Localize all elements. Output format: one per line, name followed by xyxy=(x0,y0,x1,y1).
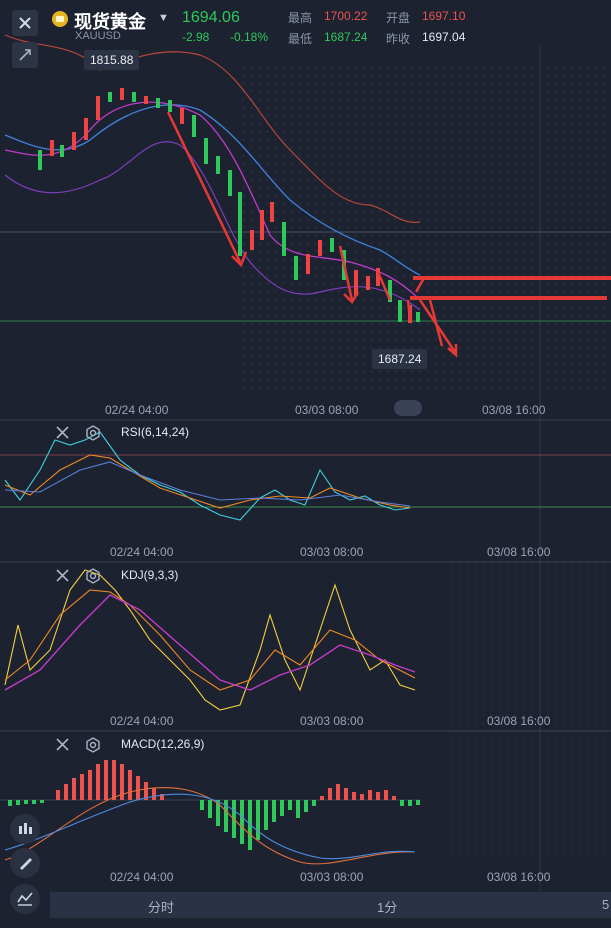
x-tick: 03/03 08:00 xyxy=(300,545,364,559)
close-pane-icon[interactable] xyxy=(54,424,72,442)
draw-tool-button[interactable] xyxy=(10,848,40,878)
timeframe-tab[interactable]: 5 xyxy=(602,897,609,912)
settings-icon[interactable] xyxy=(84,424,102,442)
timeframe-tab[interactable]: 1分 xyxy=(377,897,397,916)
app-window: 现货黄金 ▼ XAUUSD 1694.06 -2.98 -0.18% 最高 17… xyxy=(0,0,611,928)
low-price-tag: 1687.24 xyxy=(372,349,428,369)
expand-icon xyxy=(19,49,31,61)
kdj-label: KDJ(9,3,3) xyxy=(121,568,179,582)
candle-type-button[interactable] xyxy=(10,814,40,844)
map-background xyxy=(240,60,610,390)
x-tick: 03/03 08:00 xyxy=(300,714,364,728)
x-tick: 03/08 16:00 xyxy=(482,403,546,417)
x-tick: 03/08 16:00 xyxy=(487,714,551,728)
resistance-marker xyxy=(410,296,607,300)
x-tick: 03/08 16:00 xyxy=(487,870,551,884)
settings-icon[interactable] xyxy=(84,567,102,585)
settings-icon[interactable] xyxy=(84,736,102,754)
map-background xyxy=(450,560,610,860)
x-tick: 02/24 04:00 xyxy=(110,714,174,728)
close-pane-icon[interactable] xyxy=(54,567,72,585)
expand-button[interactable] xyxy=(12,42,38,68)
pencil-icon xyxy=(20,858,32,870)
x-tick: 02/24 04:00 xyxy=(105,403,169,417)
close-pane-icon[interactable] xyxy=(54,736,72,754)
indicator-icon xyxy=(17,892,33,906)
high-price-tag: 1815.88 xyxy=(84,50,140,70)
scroll-handle[interactable] xyxy=(394,400,422,416)
candles-icon xyxy=(19,823,32,834)
rsi-label: RSI(6,14,24) xyxy=(121,425,190,439)
x-tick: 03/03 08:00 xyxy=(295,403,359,417)
timeframe-bar: 分时 1分 5 xyxy=(50,892,611,918)
resistance-marker xyxy=(413,276,611,280)
x-tick: 03/08 16:00 xyxy=(487,545,551,559)
macd-label: MACD(12,26,9) xyxy=(121,737,205,751)
macd-histogram xyxy=(8,760,420,850)
x-tick: 02/24 04:00 xyxy=(110,870,174,884)
x-tick: 03/03 08:00 xyxy=(300,870,364,884)
indicator-button[interactable] xyxy=(10,884,40,914)
candlestick-chart[interactable] xyxy=(0,0,611,928)
timeframe-tab[interactable]: 分时 xyxy=(148,897,174,916)
x-tick: 02/24 04:00 xyxy=(110,545,174,559)
